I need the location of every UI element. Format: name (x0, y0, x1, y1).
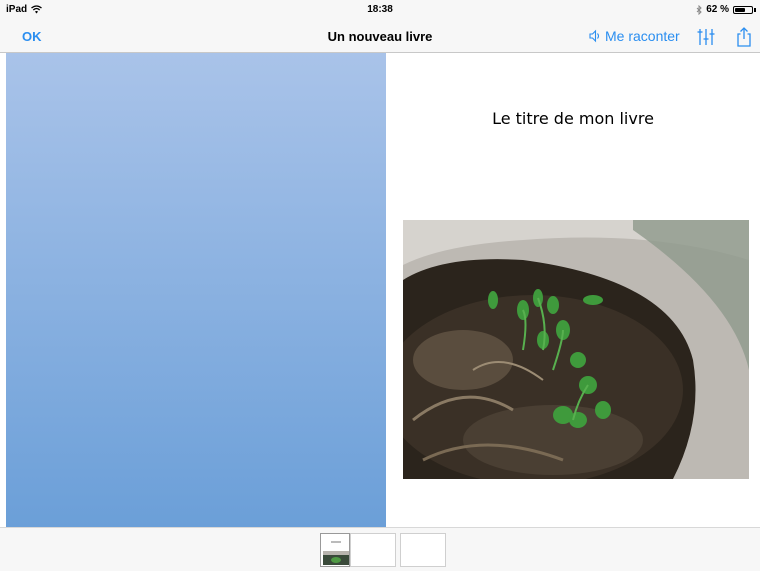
battery-tip (754, 7, 756, 12)
ok-button[interactable]: OK (22, 29, 42, 44)
battery-icon (733, 5, 753, 14)
page-thumbnail-2[interactable] (350, 533, 396, 567)
bluetooth-icon (696, 4, 702, 15)
book-title-text[interactable]: Le titre de mon livre (386, 109, 760, 128)
left-page-cover[interactable] (6, 53, 386, 527)
page-thumbnail-strip (0, 527, 760, 571)
read-aloud-label: Me raconter (605, 28, 680, 44)
nav-bar: OK Un nouveau livre Me raconter (0, 20, 760, 53)
page-thumbnail-1[interactable] (320, 533, 350, 567)
battery-percent: 62 % (706, 4, 729, 15)
status-bar: iPad 18:38 62 % (0, 0, 760, 20)
battery-fill (735, 7, 745, 12)
status-right: 62 % (696, 4, 756, 15)
sliders-icon[interactable] (695, 26, 717, 48)
status-time: 18:38 (367, 4, 393, 15)
plant-photo[interactable] (403, 220, 749, 479)
page-thumbnail-3[interactable] (400, 533, 446, 567)
share-icon[interactable] (733, 26, 755, 48)
speaker-icon (589, 29, 600, 43)
read-aloud-button[interactable]: Me raconter (588, 28, 680, 44)
book-spread: Le titre de mon livre (0, 53, 760, 527)
